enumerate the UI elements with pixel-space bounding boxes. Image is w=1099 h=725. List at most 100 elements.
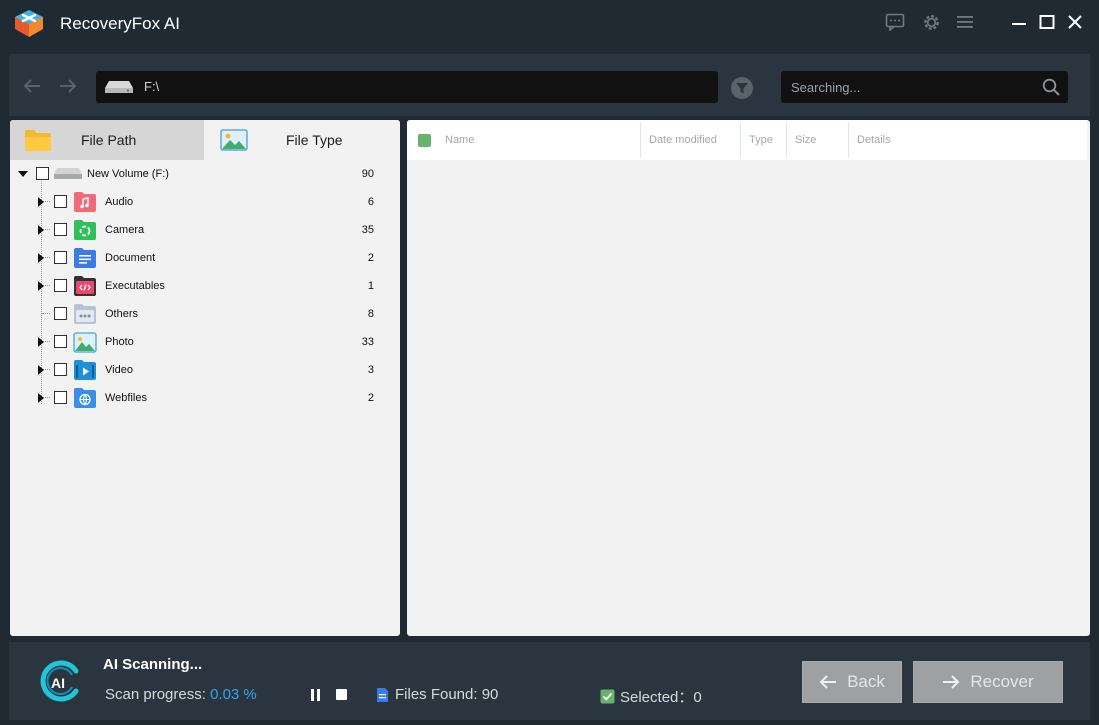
tree-item-label: Others — [105, 308, 139, 320]
expand-arrow-icon[interactable] — [36, 393, 46, 403]
tree-item-count: 1 — [367, 280, 374, 292]
checkbox[interactable] — [54, 251, 67, 264]
tree-item-count: 8 — [367, 308, 374, 320]
search-icon[interactable] — [1042, 78, 1060, 96]
tree-item-executables[interactable]: Executables 1 — [10, 272, 400, 300]
arrow-left-icon — [819, 675, 837, 689]
column-separator[interactable] — [786, 122, 787, 158]
left-panel: File Path File Type New Volume (F:) 90 A… — [10, 120, 400, 636]
checkbox[interactable] — [36, 167, 49, 180]
audio-folder-icon — [74, 192, 96, 212]
scan-progress: Scan progress: 0.03 % — [105, 686, 257, 703]
checkbox[interactable] — [54, 195, 67, 208]
selected-text: Selected：0 — [620, 689, 702, 706]
tree-item-video[interactable]: Video 3 — [10, 356, 400, 384]
executables-folder-icon — [74, 276, 96, 296]
app-logo — [15, 10, 43, 37]
menu-icon[interactable] — [953, 10, 977, 34]
column-date-modified[interactable]: Date modified — [649, 134, 717, 146]
column-separator[interactable] — [848, 122, 849, 158]
search-input[interactable] — [791, 71, 1031, 103]
nav-back-arrow-icon[interactable] — [20, 74, 44, 98]
tree-item-count: 2 — [367, 392, 374, 404]
checkbox[interactable] — [54, 307, 67, 320]
status-bar: AI AI Scanning... Scan progress: 0.03 % … — [9, 642, 1090, 720]
tree-item-label: Document — [105, 252, 156, 264]
checkbox[interactable] — [54, 391, 67, 404]
tree-item-photo[interactable]: Photo 33 — [10, 328, 400, 356]
tree-item-document[interactable]: Document 2 — [10, 244, 400, 272]
folder-icon — [25, 130, 51, 151]
video-folder-icon — [74, 360, 96, 380]
drive-icon — [105, 81, 133, 93]
tree-item-label: Photo — [105, 336, 134, 348]
checkbox[interactable] — [54, 363, 67, 376]
column-separator[interactable] — [740, 122, 741, 158]
column-size[interactable]: Size — [795, 134, 816, 146]
maximize-button[interactable] — [1035, 10, 1059, 34]
select-all-checkbox[interactable] — [418, 134, 431, 147]
files-found-text: Files Found: 90 — [395, 686, 499, 703]
tree-item-count: 3 — [367, 364, 374, 376]
collapse-arrow-icon[interactable] — [18, 169, 28, 179]
tree-item-label: Video — [105, 364, 133, 376]
back-button-label: Back — [847, 672, 885, 691]
checkbox[interactable] — [54, 279, 67, 292]
tree-item-label: Camera — [105, 224, 145, 236]
current-path: F:\ — [144, 79, 160, 94]
svg-text:AI: AI — [51, 675, 65, 691]
drive-icon — [54, 168, 82, 179]
file-list-header: Name Date modified Type Size Details — [407, 120, 1087, 160]
expand-arrow-icon[interactable] — [36, 337, 46, 347]
checkbox[interactable] — [54, 335, 67, 348]
document-folder-icon — [74, 248, 96, 268]
selected-count: Selected：0 — [600, 686, 702, 707]
tree-root-label: New Volume (F:) — [87, 168, 169, 180]
recover-button[interactable]: Recover — [913, 661, 1063, 703]
file-list-panel: Name Date modified Type Size Details — [407, 120, 1090, 636]
column-type[interactable]: Type — [749, 134, 773, 146]
close-button[interactable] — [1063, 10, 1087, 34]
tab-file-type[interactable]: File Type — [204, 120, 400, 160]
expand-arrow-icon[interactable] — [36, 225, 46, 235]
feedback-icon[interactable] — [883, 10, 907, 34]
tree-item-audio[interactable]: Audio 6 — [10, 188, 400, 216]
pause-icon[interactable] — [309, 689, 323, 701]
tree-item-camera[interactable]: Camera 35 — [10, 216, 400, 244]
tree-item-others[interactable]: Others 8 — [10, 300, 400, 328]
filter-icon[interactable] — [730, 76, 754, 100]
tree-item-label: Webfiles — [105, 392, 147, 404]
back-button[interactable]: Back — [802, 661, 902, 703]
path-bar[interactable]: F:\ — [96, 71, 718, 103]
title-bar: RecoveryFox AI — [0, 0, 1099, 48]
recover-button-label: Recover — [970, 672, 1034, 691]
tree-root-row[interactable]: New Volume (F:) 90 — [10, 160, 400, 188]
tree-connector — [42, 313, 50, 314]
check-icon — [600, 689, 615, 704]
checkbox[interactable] — [54, 223, 67, 236]
webfiles-folder-icon — [74, 388, 96, 408]
camera-folder-icon — [74, 220, 96, 240]
scan-progress-value: 0.03 % — [210, 686, 257, 703]
expand-arrow-icon[interactable] — [36, 253, 46, 263]
settings-gear-icon[interactable] — [919, 10, 943, 34]
scan-status-title: AI Scanning... — [103, 656, 203, 673]
expand-arrow-icon[interactable] — [36, 365, 46, 375]
others-folder-icon — [74, 304, 96, 324]
ai-scanning-icon: AI — [40, 660, 79, 702]
column-details[interactable]: Details — [857, 134, 891, 146]
app-title: RecoveryFox AI — [60, 14, 180, 33]
toolbar: F:\ — [9, 54, 1090, 116]
stop-icon[interactable] — [336, 689, 347, 700]
minimize-button[interactable] — [1007, 10, 1031, 34]
column-separator[interactable] — [640, 122, 641, 158]
tree-item-webfiles[interactable]: Webfiles 2 — [10, 384, 400, 412]
tree-item-count: 6 — [367, 196, 374, 208]
tree-item-label: Executables — [105, 280, 165, 292]
column-name[interactable]: Name — [445, 134, 474, 146]
tab-file-path[interactable]: File Path — [10, 120, 204, 160]
nav-forward-arrow-icon[interactable] — [56, 74, 80, 98]
expand-arrow-icon[interactable] — [36, 197, 46, 207]
expand-arrow-icon[interactable] — [36, 281, 46, 291]
scan-progress-label: Scan progress: — [105, 686, 206, 703]
